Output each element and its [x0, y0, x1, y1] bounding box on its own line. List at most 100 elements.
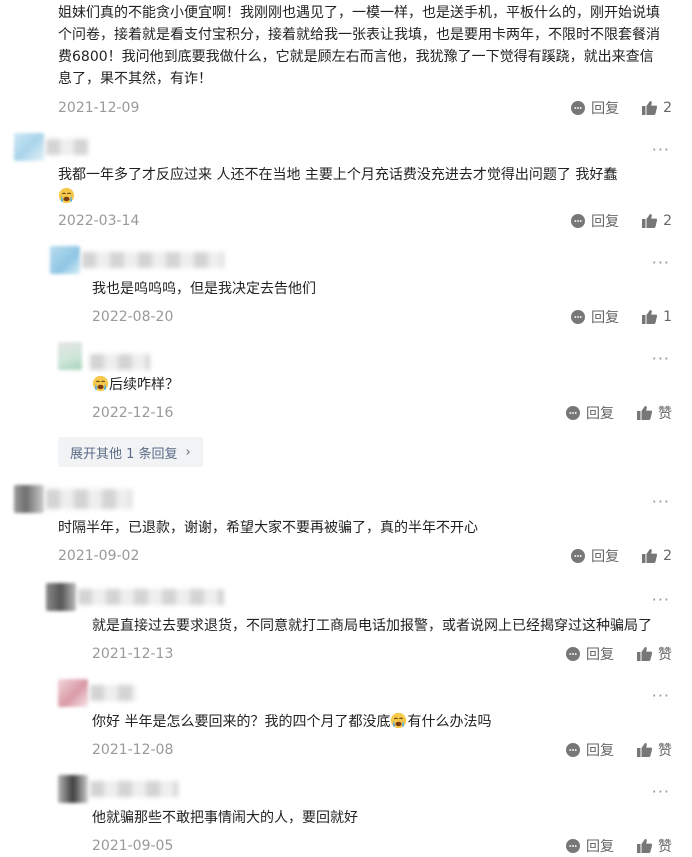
like-button[interactable]: 赞	[636, 740, 672, 760]
reply-button[interactable]: 回复	[570, 307, 619, 327]
comment-text: 就是直接过去要求退货，不同意就打工商局电话加报警，或者说网上已经揭穿过这种骗局了	[92, 618, 652, 634]
crying-face-emoji	[92, 375, 109, 392]
thumbs-up-icon	[642, 100, 658, 115]
reply-bubble-icon	[571, 310, 586, 324]
reply-label: 回复	[586, 743, 614, 759]
like-count: 2	[663, 213, 672, 229]
avatar[interactable]	[14, 485, 44, 513]
like-count: 2	[663, 548, 672, 564]
comment-date: 2022-12-16	[92, 405, 174, 421]
comment-meta: 2021-09-02 回复 2	[58, 545, 692, 567]
expand-replies-button[interactable]: 展开其他 1 条回复 ›	[58, 437, 203, 467]
reply-bubble-icon	[571, 214, 586, 228]
like-button[interactable]: 赞	[636, 403, 672, 423]
reply-label: 回复	[586, 647, 614, 663]
like-count: 1	[663, 309, 672, 325]
comment-date: 2022-08-20	[92, 309, 174, 325]
more-options-button[interactable]: ···	[652, 592, 670, 608]
comment-meta: 2021-09-05 回复 赞	[92, 835, 692, 857]
comment-text-body: 我都一年多了才反应过来 人还不在当地 主要上个月充话费没充进去才觉得出问题了 我…	[58, 167, 618, 183]
reply-item: ··· 你好 半年是怎么要回来的？我的四个月了都没底 有什么办法吗 2021-12…	[0, 665, 692, 761]
more-options-button[interactable]: ···	[652, 142, 670, 158]
expand-replies-row: 展开其他 1 条回复 ›	[0, 424, 692, 467]
comment-meta: 2021-12-09 回复 2	[58, 97, 692, 119]
reply-bubble-icon	[566, 839, 580, 853]
like-count: 赞	[658, 647, 672, 663]
comment-date: 2021-09-05	[92, 838, 174, 854]
reply-bubble-icon	[571, 549, 586, 563]
more-options-button[interactable]: ···	[652, 351, 670, 367]
expand-replies-label: 展开其他 1 条回复	[70, 446, 178, 462]
comment-text-body: 你好 半年是怎么要回来的？我的四个月了都没底	[92, 714, 391, 730]
thumbs-up-icon	[637, 742, 653, 757]
thumbs-up-icon	[637, 646, 653, 661]
thumbs-up-icon	[642, 548, 658, 563]
reply-button[interactable]: 回复	[570, 546, 619, 566]
avatar[interactable]	[58, 679, 88, 707]
username-blurred[interactable]	[90, 354, 150, 370]
reply-button[interactable]: 回复	[570, 211, 619, 231]
username-blurred[interactable]	[46, 489, 132, 509]
reply-button[interactable]: 回复	[565, 836, 614, 856]
avatar[interactable]	[50, 246, 80, 274]
reply-item: ··· 我也是呜呜呜，但是我决定去告他们 2022-08-20 回复 1	[0, 232, 692, 328]
username-blurred[interactable]	[78, 589, 224, 605]
like-count: 赞	[658, 743, 672, 759]
thumbs-up-icon	[642, 309, 658, 324]
reply-bubble-icon	[566, 743, 580, 757]
comment-text-body: 后续咋样？	[109, 377, 179, 393]
comment-text: 我都一年多了才反应过来 人还不在当地 主要上个月充话费没充进去才觉得出问题了 我…	[58, 164, 692, 208]
like-button[interactable]: 2	[641, 548, 672, 564]
reply-button[interactable]: 回复	[565, 644, 614, 664]
comment-item: ··· 我都一年多了才反应过来 人还不在当地 主要上个月充话费没充进去才觉得出问…	[0, 119, 692, 232]
username-blurred[interactable]	[90, 685, 136, 701]
reply-button[interactable]: 回复	[570, 98, 619, 118]
comment-meta: 2022-08-20 回复 1	[92, 306, 692, 328]
reply-item: ··· 就是直接过去要求退货，不同意就打工商局电话加报警，或者说网上已经揭穿过这…	[0, 567, 692, 665]
avatar[interactable]	[58, 775, 88, 803]
like-count: 赞	[658, 839, 672, 855]
more-options-button[interactable]: ···	[652, 688, 670, 704]
comment-text: 他就骗那些不敢把事情闹大的人，要回就好	[92, 810, 358, 826]
reply-button[interactable]: 回复	[565, 403, 614, 423]
more-options-button[interactable]: ···	[652, 255, 670, 271]
avatar[interactable]	[46, 583, 76, 611]
reply-bubble-icon	[566, 406, 580, 420]
thumbs-up-icon	[637, 838, 653, 853]
reply-label: 回复	[591, 310, 620, 326]
like-button[interactable]: 赞	[636, 644, 672, 664]
username-blurred[interactable]	[82, 252, 224, 268]
username-blurred[interactable]	[46, 139, 88, 155]
reply-item: ··· 后续咋样？ 2022-12-16 回复 赞	[0, 328, 692, 424]
thumbs-up-icon	[637, 405, 653, 420]
reply-bubble-icon	[571, 101, 586, 115]
reply-label: 回复	[591, 214, 620, 230]
reply-label: 回复	[591, 549, 620, 565]
like-button[interactable]: 1	[641, 309, 672, 325]
comment-item: ··· 时隔半年，已退款，谢谢，希望大家不要再被骗了，真的半年不开心 2021-…	[0, 467, 692, 567]
like-button[interactable]: 2	[641, 100, 672, 116]
comment-date: 2022-03-14	[58, 213, 140, 229]
more-options-button[interactable]: ···	[652, 784, 670, 800]
comment-meta: 2021-12-13 回复 赞	[92, 643, 692, 665]
like-button[interactable]: 2	[641, 213, 672, 229]
comment-meta: 2022-03-14 回复 2	[58, 210, 692, 232]
more-options-button[interactable]: ···	[652, 494, 670, 510]
like-count: 赞	[658, 406, 672, 422]
crying-face-emoji	[58, 187, 75, 204]
comment-meta: 2021-12-08 回复 赞	[92, 739, 692, 761]
chevron-right-icon: ›	[185, 444, 191, 460]
comment-text: 我也是呜呜呜，但是我决定去告他们	[92, 281, 316, 297]
avatar[interactable]	[58, 342, 82, 370]
like-button[interactable]: 赞	[636, 836, 672, 856]
reply-label: 回复	[586, 839, 614, 855]
comment-date: 2021-09-02	[58, 548, 140, 564]
comment-date: 2021-12-13	[92, 646, 174, 662]
username-blurred[interactable]	[90, 781, 178, 797]
crying-face-emoji	[391, 712, 407, 729]
comment-text-tail: 有什么办法吗	[407, 714, 492, 730]
reply-button[interactable]: 回复	[565, 740, 614, 760]
avatar[interactable]	[14, 133, 44, 161]
reply-label: 回复	[591, 101, 620, 117]
comment-date: 2021-12-08	[92, 742, 174, 758]
